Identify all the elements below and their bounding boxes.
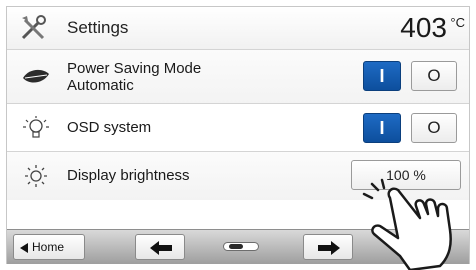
home-button[interactable]: Home (13, 234, 85, 260)
next-page-button[interactable] (303, 234, 353, 260)
page-indicator (223, 242, 259, 251)
home-button-label: Home (32, 240, 65, 254)
setting-row-power-saving: Power Saving Mode Automatic I O (7, 49, 469, 104)
temperature-unit: °C (450, 15, 465, 30)
page-indicator-current (229, 244, 243, 249)
header-bar: Settings 403 °C (7, 7, 469, 49)
power-saving-on-button[interactable]: I (363, 61, 401, 91)
sun-icon (25, 165, 47, 187)
pointing-hand-icon (362, 178, 452, 270)
power-saving-label: Power Saving Mode Automatic (67, 60, 201, 94)
home-triangle-icon (20, 243, 28, 253)
power-saving-label-line1: Power Saving Mode (67, 60, 202, 77)
setting-row-osd: OSD system I O (7, 103, 469, 152)
bulb-icon (23, 116, 49, 138)
temperature-readout: 403 (400, 12, 447, 43)
arrow-right-icon (318, 241, 340, 255)
page-title: Settings (67, 18, 129, 37)
osd-label: OSD system (67, 119, 152, 136)
arrow-left-icon (150, 241, 172, 255)
osd-on-button[interactable]: I (363, 113, 401, 143)
power-saving-off-button[interactable]: O (411, 61, 457, 91)
brightness-label: Display brightness (67, 167, 190, 184)
power-saving-label-line2: Automatic (67, 77, 134, 94)
leaf-icon (23, 69, 49, 83)
osd-off-button[interactable]: O (411, 113, 457, 143)
settings-tools-icon (21, 15, 46, 40)
previous-page-button[interactable] (135, 234, 185, 260)
